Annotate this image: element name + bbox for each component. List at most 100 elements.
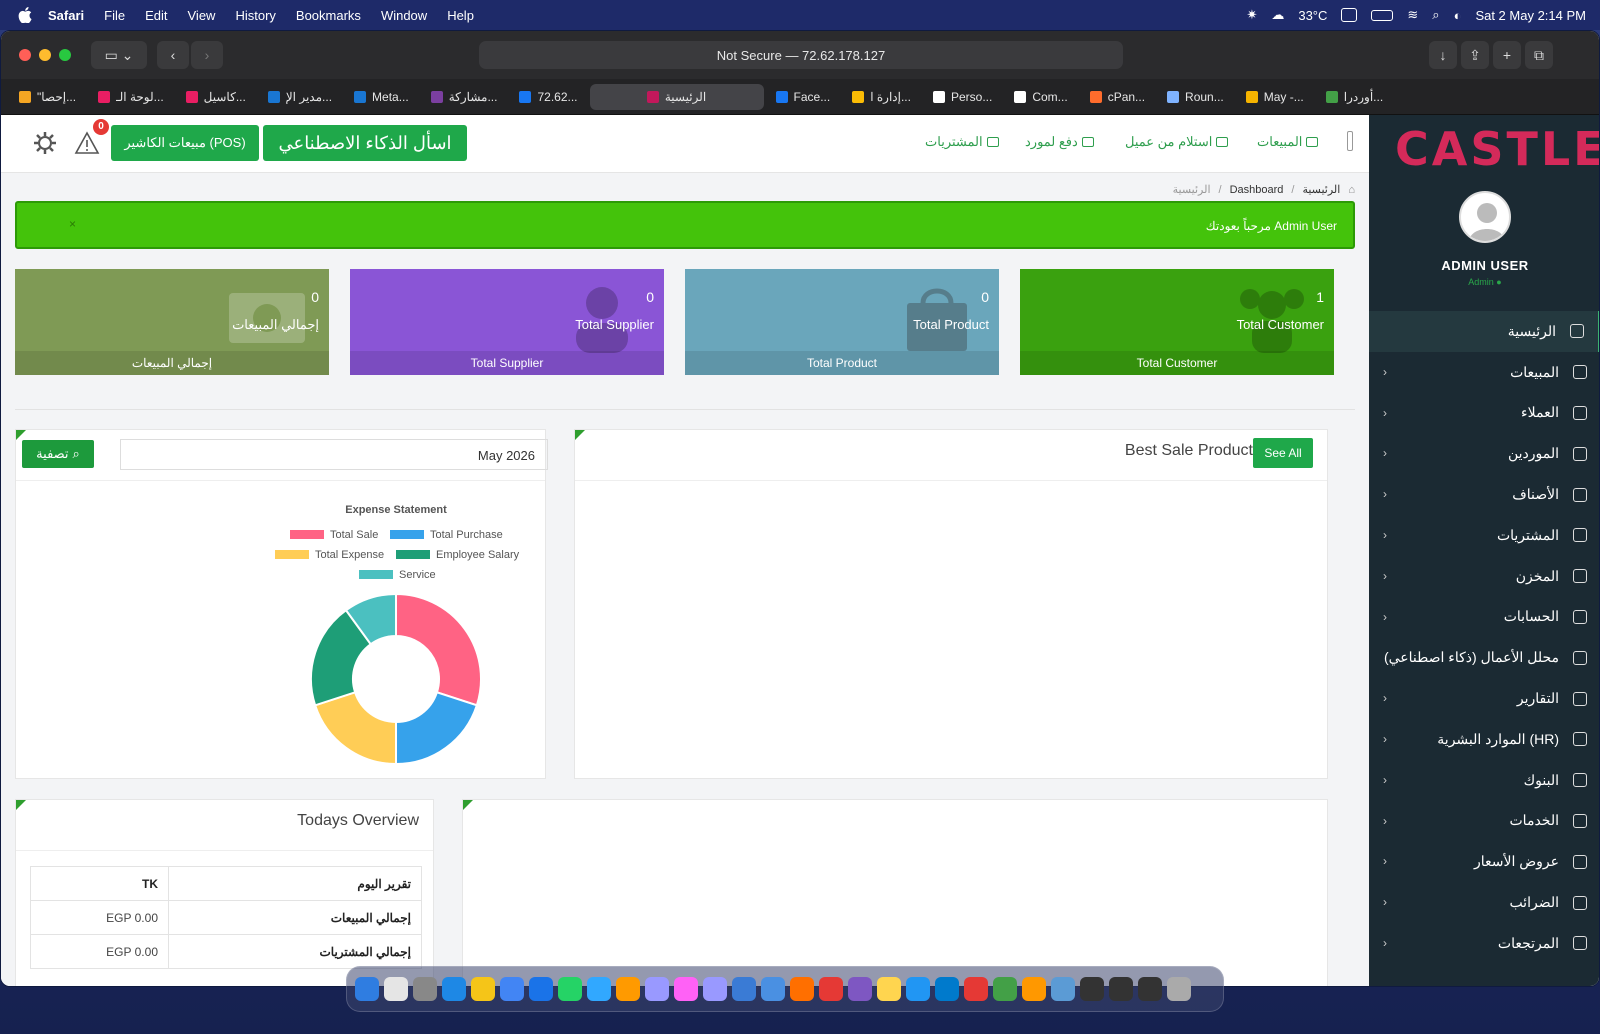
- spotify-icon[interactable]: [993, 977, 1017, 1001]
- sidebar-item[interactable]: › المبيعات: [1369, 352, 1599, 393]
- castle-logo[interactable]: CASTLE: [1395, 125, 1599, 173]
- close-alert-button[interactable]: ×: [69, 217, 76, 231]
- safari-icon[interactable]: [529, 977, 553, 1001]
- clock-datetime[interactable]: Sat 2 May 2:14 PM: [1475, 8, 1586, 23]
- database-app-icon[interactable]: [819, 977, 843, 1001]
- battery-icon[interactable]: [1371, 9, 1394, 21]
- weather-temp[interactable]: 33°C: [1298, 8, 1327, 23]
- sidebar-item[interactable]: › الضرائب: [1369, 882, 1599, 923]
- back-button[interactable]: ‹: [157, 41, 189, 69]
- photoshop-icon[interactable]: [587, 977, 611, 1001]
- browser-tab[interactable]: لوحة الـ...: [88, 84, 174, 110]
- sun-status-icon[interactable]: ✷: [1246, 7, 1257, 23]
- avatar[interactable]: [1459, 191, 1511, 243]
- minimize-window-button[interactable]: [39, 49, 51, 61]
- breadcrumb-home[interactable]: الرئيسية: [1302, 183, 1340, 196]
- see-all-button[interactable]: See All: [1253, 438, 1313, 468]
- apple-icon[interactable]: [18, 7, 32, 23]
- stack-app-icon[interactable]: [848, 977, 872, 1001]
- browser-tab[interactable]: مشاركة...: [421, 84, 508, 110]
- share-button[interactable]: ⇪: [1461, 41, 1489, 69]
- sidebar-item[interactable]: › الحسابات: [1369, 597, 1599, 638]
- weather-icon[interactable]: ☁: [1271, 7, 1284, 23]
- xcode-icon[interactable]: [732, 977, 756, 1001]
- python-icon[interactable]: [877, 977, 901, 1001]
- sidebar-item[interactable]: › الموردين: [1369, 433, 1599, 474]
- sidebar-toggle-button[interactable]: ▭ ⌄: [91, 41, 147, 69]
- browser-tab[interactable]: Com...: [1004, 84, 1077, 110]
- address-bar[interactable]: Not Secure — 72.62.178.127: [479, 41, 1123, 69]
- premiere-icon[interactable]: [645, 977, 669, 1001]
- browser-tab[interactable]: أوردرا...: [1316, 84, 1393, 110]
- sidebar-item[interactable]: › المشتريات: [1369, 515, 1599, 556]
- filter-button[interactable]: تصفية ⌕: [22, 440, 94, 468]
- nav-purchases-link[interactable]: المشتريات: [925, 134, 999, 150]
- ask-ai-button[interactable]: اسأل الذكاء الاصطناعي: [263, 125, 467, 161]
- browser-tab[interactable]: مدير الإ...: [258, 84, 342, 110]
- browser-tab[interactable]: "إحصا...: [9, 84, 86, 110]
- sidebar-item[interactable]: › التقارير: [1369, 678, 1599, 719]
- legend-label[interactable]: Total Purchase: [430, 529, 503, 541]
- legend-label[interactable]: Total Expense: [315, 549, 384, 561]
- trash-icon[interactable]: [1167, 977, 1191, 1001]
- month-picker-input[interactable]: May 2026: [120, 439, 548, 470]
- legend-label[interactable]: Total Sale: [330, 529, 378, 541]
- sidebar-item[interactable]: › الموارد البشرية (HR): [1369, 719, 1599, 760]
- menu-window[interactable]: Window: [381, 8, 427, 23]
- downloads-icon[interactable]: [1138, 977, 1162, 1001]
- after-effects-icon[interactable]: [703, 977, 727, 1001]
- nav-sales-link[interactable]: المبيعات: [1257, 134, 1319, 150]
- chrome-icon[interactable]: [500, 977, 524, 1001]
- sidebar-item[interactable]: › الخدمات: [1369, 801, 1599, 842]
- settings-icon[interactable]: [413, 977, 437, 1001]
- sidebar-item[interactable]: › عروض الأسعار: [1369, 841, 1599, 882]
- whatsapp-icon[interactable]: [558, 977, 582, 1001]
- menu-history[interactable]: History: [235, 8, 275, 23]
- stat-card-total-sales[interactable]: 0 إجمالي المبيعات إجمالي المبيعات: [15, 269, 329, 375]
- sidebar-item[interactable]: › العملاء: [1369, 393, 1599, 434]
- browser-tab[interactable]: إدارة ا...: [842, 84, 921, 110]
- sidebar-item[interactable]: محلل الأعمال (ذكاء اصطناعي): [1369, 637, 1599, 678]
- zoom-window-button[interactable]: [59, 49, 71, 61]
- preview-icon[interactable]: [1051, 977, 1075, 1001]
- sun-app-icon[interactable]: [790, 977, 814, 1001]
- menu-edit[interactable]: Edit: [145, 8, 167, 23]
- search-status-icon[interactable]: ⌕: [1432, 7, 1439, 23]
- browser-tab[interactable]: الرئيسية: [589, 83, 764, 110]
- menu-view[interactable]: View: [188, 8, 216, 23]
- stat-card-total-supplier[interactable]: 0 Total Supplier Total Supplier: [350, 269, 664, 375]
- stat-card-total-customer[interactable]: 1 Total Customer Total Customer: [1020, 269, 1334, 375]
- heroku-icon[interactable]: [964, 977, 988, 1001]
- browser-tab[interactable]: Meta...: [344, 84, 419, 110]
- browser-tab[interactable]: May -...: [1236, 84, 1314, 110]
- forward-button[interactable]: ›: [191, 41, 223, 69]
- new-tab-button[interactable]: +: [1493, 41, 1521, 69]
- finder-icon[interactable]: [355, 977, 379, 1001]
- control-center-icon[interactable]: ◐: [1454, 8, 1462, 23]
- menu-file[interactable]: File: [104, 8, 125, 23]
- breadcrumb-dashboard[interactable]: Dashboard: [1230, 184, 1284, 196]
- donut-slice[interactable]: [395, 691, 479, 766]
- nav-pay-supplier-link[interactable]: دفع لمورد: [1025, 134, 1094, 150]
- sidebar-item[interactable]: › الأصناف: [1369, 474, 1599, 515]
- browser-tab[interactable]: 72.62...: [509, 84, 587, 110]
- menu-app-name[interactable]: Safari: [48, 8, 84, 23]
- terminal-icon[interactable]: [1080, 977, 1104, 1001]
- tab-overview-button[interactable]: ⧉: [1525, 41, 1553, 69]
- menu-bookmarks[interactable]: Bookmarks: [296, 8, 361, 23]
- stat-card-total-product[interactable]: 0 Total Product Total Product: [685, 269, 999, 375]
- sublime-icon[interactable]: [1022, 977, 1046, 1001]
- database-icon[interactable]: [1341, 8, 1358, 22]
- illustrator-icon[interactable]: [616, 977, 640, 1001]
- sidebar-item[interactable]: › المرتجعات: [1369, 923, 1599, 964]
- vscode-icon[interactable]: [935, 977, 959, 1001]
- browser-tab[interactable]: Perso...: [923, 84, 1002, 110]
- sidebar-collapse-toggle[interactable]: [1347, 131, 1353, 151]
- browser-tab[interactable]: Face...: [766, 84, 841, 110]
- folder-icon[interactable]: [1109, 977, 1133, 1001]
- textedit-icon[interactable]: [906, 977, 930, 1001]
- notes-icon[interactable]: [471, 977, 495, 1001]
- pos-sales-button[interactable]: مبيعات الكاشير (POS): [111, 125, 259, 161]
- settings-gear-icon[interactable]: [31, 129, 59, 157]
- legend-label[interactable]: Employee Salary: [436, 549, 520, 561]
